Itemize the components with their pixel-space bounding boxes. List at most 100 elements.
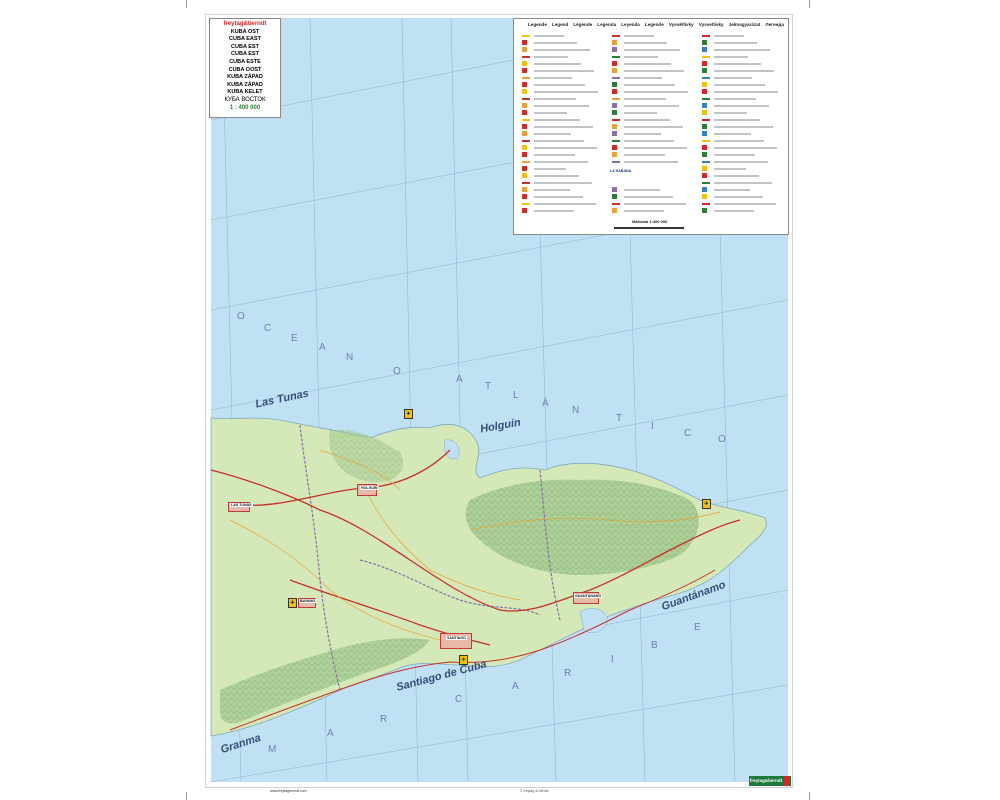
legend-entry-line — [624, 161, 678, 163]
legend-heading: Jelmagyarázat — [728, 22, 761, 27]
legend-symbol-icon — [702, 124, 707, 129]
legend-symbol-icon — [612, 131, 617, 136]
legend-symbol-icon — [702, 56, 710, 58]
legend-entry-line — [534, 168, 566, 170]
city-label-lastunas[interactable]: LAS TUNAS — [230, 503, 253, 507]
legend-headings: Legende Legend Légende Legenda Leyenda L… — [528, 22, 784, 27]
footer-copyright: © freytag & berndt — [520, 789, 549, 793]
legend-entry-line — [624, 56, 658, 58]
legend-entry-line — [714, 189, 750, 191]
scale-bar — [614, 227, 684, 229]
legend-panel: Legende Legend Légende Legenda Leyenda L… — [513, 18, 789, 235]
legend-entry-line — [714, 168, 746, 170]
legend-entry-line — [714, 140, 764, 142]
legend-entry-line — [714, 35, 744, 37]
legend-entry-line — [624, 77, 662, 79]
sea-label-letter: E — [694, 622, 701, 633]
legend-symbol-icon — [702, 145, 707, 150]
city-label-holguin[interactable]: HOLGUÍN — [360, 486, 379, 490]
ocean-label-letter: O — [718, 434, 726, 445]
airport-marker-icon[interactable]: ✈ — [404, 409, 413, 419]
legend-symbol-icon — [522, 35, 530, 37]
legend-symbol-icon — [612, 203, 620, 205]
legend-entry-line — [714, 56, 748, 58]
ocean-label-letter: N — [346, 352, 354, 363]
legend-entry-line — [624, 133, 661, 135]
legend-symbol-icon — [702, 68, 707, 73]
legend-entry-line — [624, 140, 674, 142]
ocean-label-letter: O — [237, 311, 245, 322]
legend-entry-line — [624, 147, 687, 149]
legend-symbol-icon — [702, 182, 710, 184]
airport-marker-icon[interactable]: ✈ — [288, 598, 297, 608]
sea-label-letter: M — [268, 744, 277, 755]
legend-symbol-icon — [612, 119, 620, 121]
legend-heading: Leyenda — [621, 22, 640, 27]
legend-entry-line — [714, 154, 755, 156]
legend-symbol-icon — [522, 173, 527, 178]
legend-symbol-icon — [612, 194, 617, 199]
map-scale: 1 : 400 000 — [229, 104, 261, 111]
legend-entry-line — [534, 161, 588, 163]
legend-symbol-icon — [522, 40, 527, 45]
legend-symbol-icon — [702, 187, 707, 192]
sea-label-letter: A — [512, 681, 519, 692]
legend-entry-line — [624, 35, 654, 37]
legend-entry-line — [534, 70, 594, 72]
legend-heading: Legende — [644, 22, 664, 27]
legend-entry-line — [534, 147, 597, 149]
city-label-guantanamo[interactable]: GUANTÁNAMO — [574, 594, 603, 598]
legend-heading: Legend — [551, 22, 569, 27]
legend-entry-line — [534, 196, 583, 198]
legend-symbol-icon — [522, 145, 527, 150]
legend-entry-line — [534, 175, 579, 177]
legend-entry-line — [714, 147, 777, 149]
legend-symbol-icon — [612, 161, 620, 163]
legend-symbol-icon — [612, 124, 617, 129]
legend-entry-line — [534, 49, 590, 51]
map-canvas[interactable] — [0, 0, 1000, 800]
legend-entry-line — [534, 182, 592, 184]
ocean-label-letter: O — [393, 366, 401, 377]
map-title: KUBA ZÁPAD — [227, 74, 263, 81]
legend-symbol-icon — [522, 166, 527, 171]
legend-entry-line — [534, 63, 581, 65]
legend-symbol-icon — [522, 68, 527, 73]
ocean-label-letter: N — [572, 405, 580, 416]
legend-entry-line — [624, 196, 673, 198]
legend-symbol-icon — [522, 131, 527, 136]
legend-symbol-icon — [522, 161, 530, 163]
legend-symbol-icon — [612, 56, 620, 58]
legend-entry-line — [714, 77, 752, 79]
legend-entry-line — [624, 189, 660, 191]
city-label-bayamo[interactable]: BAYAMO — [299, 599, 317, 603]
ocean-label-letter: I — [651, 421, 654, 432]
legend-entry-line — [624, 98, 666, 100]
legend-entry-line — [714, 70, 774, 72]
legend-symbol-icon — [702, 89, 707, 94]
legend-entry-line — [534, 105, 589, 107]
legend-entry-line — [714, 175, 759, 177]
legend-symbol-icon — [702, 61, 707, 66]
legend-entry-line — [534, 119, 580, 121]
legend-symbol-icon — [612, 77, 620, 79]
legend-entry-line — [534, 203, 596, 205]
airport-marker-icon[interactable]: ✈ — [702, 499, 711, 509]
legend-entry-line — [534, 112, 567, 114]
title-box: freytag&berndt KUBA OST CUBA EAST CUBA E… — [209, 18, 281, 118]
legend-entry-line — [534, 133, 571, 135]
legend-symbol-icon — [702, 208, 707, 213]
legend-entry-line — [714, 133, 751, 135]
city-label-santiago[interactable]: SANTIAGO — [446, 636, 467, 640]
legend-entry-line — [624, 126, 683, 128]
map-title: KUBA ZÁPAD — [227, 81, 263, 88]
legend-symbol-icon — [612, 110, 617, 115]
legend-heading: Vysvětlivky — [668, 22, 694, 27]
legend-symbol-icon — [612, 82, 617, 87]
legend-entry-line — [624, 70, 684, 72]
legend-symbol-icon — [612, 47, 617, 52]
legend-entry-line — [714, 203, 776, 205]
footer-url[interactable]: www.freytagberndt.com — [270, 789, 307, 793]
legend-symbol-icon — [612, 140, 620, 142]
sea-label-letter: I — [611, 654, 614, 665]
